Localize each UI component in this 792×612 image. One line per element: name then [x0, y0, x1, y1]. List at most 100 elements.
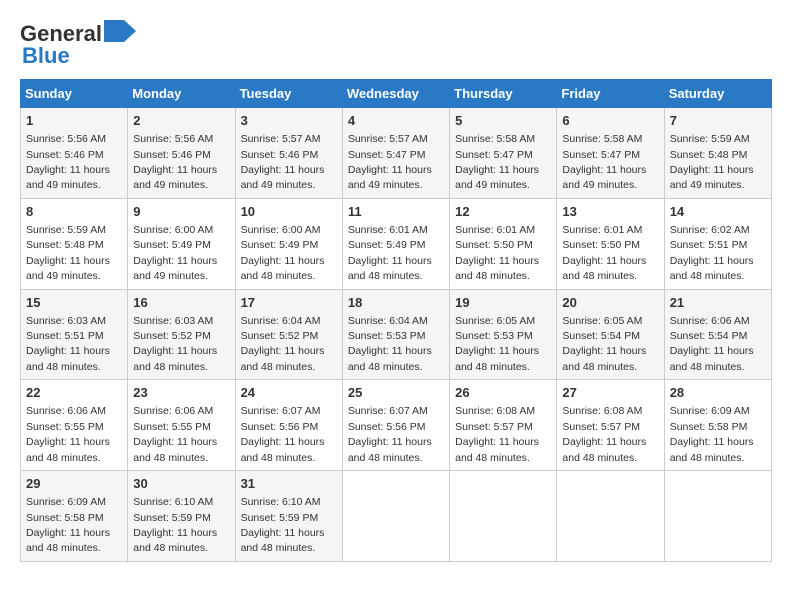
- day-daylight: Daylight: 11 hours and 48 minutes.: [241, 345, 325, 372]
- day-daylight: Daylight: 11 hours and 49 minutes.: [26, 164, 110, 191]
- calendar-day-cell: 26 Sunrise: 6:08 AM Sunset: 5:57 PM Dayl…: [450, 380, 557, 471]
- calendar-week-row: 8 Sunrise: 5:59 AM Sunset: 5:48 PM Dayli…: [21, 198, 772, 289]
- calendar-week-row: 15 Sunrise: 6:03 AM Sunset: 5:51 PM Dayl…: [21, 289, 772, 380]
- day-daylight: Daylight: 11 hours and 48 minutes.: [670, 436, 754, 463]
- day-sunset: Sunset: 5:59 PM: [133, 512, 211, 524]
- day-number: 23: [133, 384, 229, 402]
- day-daylight: Daylight: 11 hours and 48 minutes.: [670, 255, 754, 282]
- day-daylight: Daylight: 11 hours and 49 minutes.: [133, 255, 217, 282]
- day-number: 1: [26, 112, 122, 130]
- calendar-day-cell: 6 Sunrise: 5:58 AM Sunset: 5:47 PM Dayli…: [557, 108, 664, 199]
- calendar-day-cell: 16 Sunrise: 6:03 AM Sunset: 5:52 PM Dayl…: [128, 289, 235, 380]
- day-of-week-header: Wednesday: [342, 80, 449, 108]
- day-number: 26: [455, 384, 551, 402]
- logo-icon: [104, 20, 136, 42]
- day-number: 28: [670, 384, 766, 402]
- day-sunset: Sunset: 5:47 PM: [455, 149, 533, 161]
- day-number: 2: [133, 112, 229, 130]
- day-sunset: Sunset: 5:46 PM: [133, 149, 211, 161]
- day-sunset: Sunset: 5:46 PM: [26, 149, 104, 161]
- day-number: 13: [562, 203, 658, 221]
- day-sunrise: Sunrise: 6:03 AM: [133, 315, 213, 327]
- day-sunset: Sunset: 5:54 PM: [562, 330, 640, 342]
- day-number: 21: [670, 294, 766, 312]
- calendar-day-cell: [557, 471, 664, 562]
- calendar-day-cell: [664, 471, 771, 562]
- day-sunrise: Sunrise: 6:01 AM: [562, 224, 642, 236]
- day-daylight: Daylight: 11 hours and 49 minutes.: [455, 164, 539, 191]
- calendar-day-cell: 21 Sunrise: 6:06 AM Sunset: 5:54 PM Dayl…: [664, 289, 771, 380]
- day-sunset: Sunset: 5:51 PM: [26, 330, 104, 342]
- day-daylight: Daylight: 11 hours and 48 minutes.: [133, 345, 217, 372]
- day-daylight: Daylight: 11 hours and 48 minutes.: [348, 345, 432, 372]
- day-sunrise: Sunrise: 6:10 AM: [133, 496, 213, 508]
- calendar-day-cell: 9 Sunrise: 6:00 AM Sunset: 5:49 PM Dayli…: [128, 198, 235, 289]
- day-sunset: Sunset: 5:52 PM: [133, 330, 211, 342]
- day-sunrise: Sunrise: 6:00 AM: [133, 224, 213, 236]
- calendar-day-cell: 20 Sunrise: 6:05 AM Sunset: 5:54 PM Dayl…: [557, 289, 664, 380]
- day-daylight: Daylight: 11 hours and 48 minutes.: [670, 345, 754, 372]
- calendar-day-cell: 29 Sunrise: 6:09 AM Sunset: 5:58 PM Dayl…: [21, 471, 128, 562]
- day-sunrise: Sunrise: 6:07 AM: [348, 405, 428, 417]
- day-number: 18: [348, 294, 444, 312]
- day-of-week-header: Tuesday: [235, 80, 342, 108]
- day-number: 19: [455, 294, 551, 312]
- day-sunset: Sunset: 5:47 PM: [562, 149, 640, 161]
- day-daylight: Daylight: 11 hours and 48 minutes.: [26, 345, 110, 372]
- day-daylight: Daylight: 11 hours and 48 minutes.: [133, 436, 217, 463]
- day-number: 31: [241, 475, 337, 493]
- day-sunset: Sunset: 5:46 PM: [241, 149, 319, 161]
- day-sunrise: Sunrise: 6:01 AM: [348, 224, 428, 236]
- calendar-week-row: 29 Sunrise: 6:09 AM Sunset: 5:58 PM Dayl…: [21, 471, 772, 562]
- day-number: 24: [241, 384, 337, 402]
- day-number: 6: [562, 112, 658, 130]
- day-daylight: Daylight: 11 hours and 48 minutes.: [562, 436, 646, 463]
- day-daylight: Daylight: 11 hours and 48 minutes.: [26, 527, 110, 554]
- calendar-day-cell: 12 Sunrise: 6:01 AM Sunset: 5:50 PM Dayl…: [450, 198, 557, 289]
- calendar-day-cell: 23 Sunrise: 6:06 AM Sunset: 5:55 PM Dayl…: [128, 380, 235, 471]
- day-number: 4: [348, 112, 444, 130]
- calendar-day-cell: 2 Sunrise: 5:56 AM Sunset: 5:46 PM Dayli…: [128, 108, 235, 199]
- day-sunrise: Sunrise: 6:06 AM: [670, 315, 750, 327]
- day-sunset: Sunset: 5:48 PM: [26, 239, 104, 251]
- day-daylight: Daylight: 11 hours and 49 minutes.: [241, 164, 325, 191]
- header: General Blue: [20, 20, 772, 69]
- day-sunrise: Sunrise: 5:59 AM: [26, 224, 106, 236]
- day-sunrise: Sunrise: 6:04 AM: [241, 315, 321, 327]
- calendar-day-cell: 8 Sunrise: 5:59 AM Sunset: 5:48 PM Dayli…: [21, 198, 128, 289]
- calendar-day-cell: 5 Sunrise: 5:58 AM Sunset: 5:47 PM Dayli…: [450, 108, 557, 199]
- day-sunrise: Sunrise: 6:04 AM: [348, 315, 428, 327]
- day-sunset: Sunset: 5:53 PM: [348, 330, 426, 342]
- day-daylight: Daylight: 11 hours and 49 minutes.: [562, 164, 646, 191]
- day-daylight: Daylight: 11 hours and 48 minutes.: [241, 527, 325, 554]
- day-sunset: Sunset: 5:52 PM: [241, 330, 319, 342]
- calendar-day-cell: 3 Sunrise: 5:57 AM Sunset: 5:46 PM Dayli…: [235, 108, 342, 199]
- day-daylight: Daylight: 11 hours and 48 minutes.: [455, 255, 539, 282]
- day-sunrise: Sunrise: 5:56 AM: [133, 133, 213, 145]
- day-sunrise: Sunrise: 6:09 AM: [26, 496, 106, 508]
- day-sunrise: Sunrise: 6:02 AM: [670, 224, 750, 236]
- day-sunrise: Sunrise: 5:57 AM: [241, 133, 321, 145]
- day-daylight: Daylight: 11 hours and 48 minutes.: [348, 436, 432, 463]
- day-daylight: Daylight: 11 hours and 48 minutes.: [562, 345, 646, 372]
- day-sunset: Sunset: 5:49 PM: [348, 239, 426, 251]
- day-of-week-header: Monday: [128, 80, 235, 108]
- day-number: 14: [670, 203, 766, 221]
- day-sunset: Sunset: 5:49 PM: [133, 239, 211, 251]
- day-sunset: Sunset: 5:50 PM: [562, 239, 640, 251]
- day-sunset: Sunset: 5:58 PM: [26, 512, 104, 524]
- day-number: 16: [133, 294, 229, 312]
- day-daylight: Daylight: 11 hours and 48 minutes.: [26, 436, 110, 463]
- day-sunrise: Sunrise: 6:01 AM: [455, 224, 535, 236]
- calendar-day-cell: 28 Sunrise: 6:09 AM Sunset: 5:58 PM Dayl…: [664, 380, 771, 471]
- day-daylight: Daylight: 11 hours and 49 minutes.: [26, 255, 110, 282]
- day-sunrise: Sunrise: 6:08 AM: [455, 405, 535, 417]
- day-sunrise: Sunrise: 6:07 AM: [241, 405, 321, 417]
- logo: General Blue: [20, 20, 136, 69]
- day-number: 3: [241, 112, 337, 130]
- day-of-week-header: Thursday: [450, 80, 557, 108]
- day-sunset: Sunset: 5:55 PM: [133, 421, 211, 433]
- day-sunset: Sunset: 5:54 PM: [670, 330, 748, 342]
- calendar-day-cell: 22 Sunrise: 6:06 AM Sunset: 5:55 PM Dayl…: [21, 380, 128, 471]
- day-sunrise: Sunrise: 6:03 AM: [26, 315, 106, 327]
